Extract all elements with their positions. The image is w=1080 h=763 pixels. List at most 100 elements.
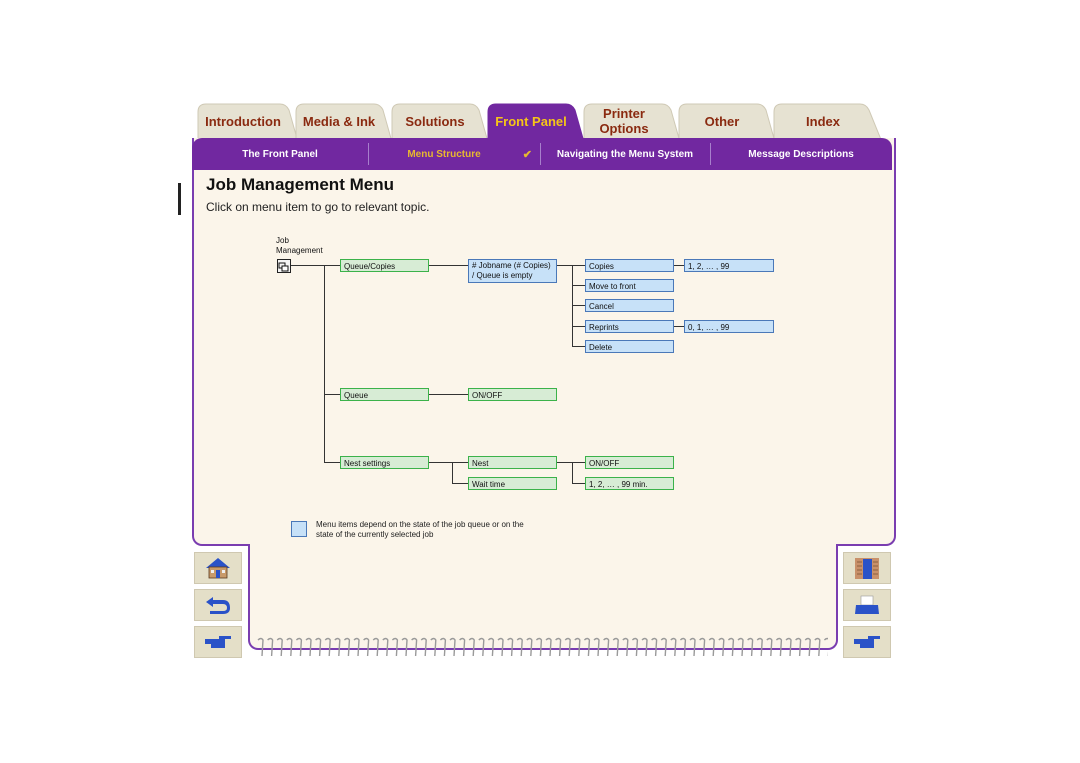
spiral-ring <box>430 637 437 657</box>
tab-introduction[interactable]: Introduction <box>196 102 300 142</box>
menu-item-nest-on-off[interactable]: ON/OFF <box>585 456 674 469</box>
spiral-ring <box>497 637 504 657</box>
spiral-ring <box>699 637 706 657</box>
connector <box>291 265 341 266</box>
spiral-ring <box>449 637 456 657</box>
home-icon <box>206 558 230 579</box>
menu-item-delete[interactable]: Delete <box>585 340 674 353</box>
menu-item-queue-copies[interactable]: Queue/Copies <box>340 259 429 272</box>
tab-media-ink[interactable]: Media & Ink <box>294 102 394 142</box>
spiral-ring <box>305 637 312 657</box>
connector <box>572 285 586 286</box>
next-page-button[interactable] <box>843 626 891 658</box>
spiral-ring <box>727 637 735 657</box>
spiral-ring <box>334 637 341 657</box>
printer-icon <box>855 595 879 614</box>
spiral-ring <box>420 637 427 657</box>
print-button[interactable] <box>843 589 891 621</box>
subnav-the-front-panel[interactable]: The Front Panel <box>192 138 368 170</box>
menu-item-reprints[interactable]: Reprints <box>585 320 674 333</box>
spiral-ring <box>363 637 370 657</box>
spiral-ring <box>603 637 610 657</box>
spiral-ring <box>670 637 677 657</box>
connector <box>572 462 573 483</box>
spiral-ring <box>468 637 475 657</box>
spiral-ring <box>343 637 351 657</box>
spiral-ring <box>814 637 821 657</box>
node-text: / Queue is empty <box>472 271 533 280</box>
spiral-ring <box>660 637 667 657</box>
subnav-message-descriptions[interactable]: Message Descriptions <box>710 138 892 170</box>
spiral-ring <box>631 637 639 657</box>
root-label: Job Management <box>276 236 323 256</box>
spiral-ring <box>267 637 274 657</box>
tab-other[interactable]: Other <box>677 102 777 142</box>
connector <box>572 346 586 347</box>
connector <box>572 483 586 484</box>
menu-item-reprints-values[interactable]: 0, 1, … , 99 <box>684 320 774 333</box>
notebook-bottom <box>248 544 838 650</box>
menu-item-cancel[interactable]: Cancel <box>585 299 674 312</box>
subnav-label: The Front Panel <box>242 148 318 160</box>
menu-item-queue[interactable]: Queue <box>340 388 429 401</box>
spiral-ring <box>804 637 811 657</box>
tab-printer-options[interactable]: Printer Options <box>582 102 682 142</box>
pointing-hand-icon <box>854 636 880 648</box>
queue-icon <box>278 262 289 272</box>
legend-line: Menu items depend on the state of the jo… <box>316 520 524 529</box>
job-management-icon[interactable] <box>277 259 291 273</box>
tab-label: Index <box>806 113 840 129</box>
spiral-ring <box>372 637 379 657</box>
connector <box>324 265 325 463</box>
spiral-ring <box>382 637 389 657</box>
spiral-ring <box>737 637 744 657</box>
spiral-ring <box>439 637 447 657</box>
connector <box>429 265 468 266</box>
spiral-ring <box>795 637 802 657</box>
tab-label: Front Panel <box>495 113 567 129</box>
legend-text: Menu items depend on the state of the jo… <box>316 520 524 540</box>
menu-item-nest[interactable]: Nest <box>468 456 557 469</box>
spiral-ring <box>593 637 600 657</box>
menu-item-copies-values[interactable]: 1, 2, … , 99 <box>684 259 774 272</box>
subnav-label: Message Descriptions <box>748 148 854 160</box>
spiral-ring <box>747 637 754 657</box>
spiral-ring <box>459 637 466 657</box>
next-button[interactable] <box>194 626 242 658</box>
spiral-ring <box>555 637 562 657</box>
menu-item-move-to-front[interactable]: Move to front <box>585 279 674 292</box>
menu-item-wait-time-values[interactable]: 1, 2, … , 99 min. <box>585 477 674 490</box>
spiral-ring <box>574 637 581 657</box>
subnav-label: Navigating the Menu System <box>556 148 694 160</box>
tab-solutions[interactable]: Solutions <box>390 102 490 142</box>
check-icon: ✔ <box>522 148 532 161</box>
menu-item-queue-on-off[interactable]: ON/OFF <box>468 388 557 401</box>
tab-label: Media & Ink <box>302 113 376 129</box>
spiral-ring <box>583 637 591 657</box>
legend-swatch <box>291 521 307 537</box>
spiral-ring <box>411 637 418 657</box>
spiral-ring <box>507 637 514 657</box>
tab-index[interactable]: Index <box>772 102 884 142</box>
spiral-ring <box>622 637 629 657</box>
back-button[interactable] <box>194 589 242 621</box>
exit-button[interactable] <box>843 552 891 584</box>
spiral-ring <box>689 637 696 657</box>
sub-navigation: The Front Panel Menu Structure ✔ Navigat… <box>192 138 892 170</box>
menu-item-nest-settings[interactable]: Nest settings <box>340 456 429 469</box>
spiral-ring <box>679 637 687 657</box>
menu-item-wait-time[interactable]: Wait time <box>468 477 557 490</box>
node-text: # Jobname (# Copies) <box>472 261 551 270</box>
spiral-ring <box>295 637 303 657</box>
connector <box>324 462 341 463</box>
back-arrow-icon <box>206 597 230 614</box>
subnav-menu-structure[interactable]: Menu Structure ✔ <box>368 138 540 170</box>
tab-front-panel[interactable]: Front Panel <box>486 102 586 142</box>
home-button[interactable] <box>194 552 242 584</box>
connector <box>452 462 453 483</box>
subnav-navigating-the-menu-system[interactable]: Navigating the Menu System <box>540 138 710 170</box>
menu-item-jobname[interactable]: # Jobname (# Copies) / Queue is empty <box>468 259 557 283</box>
spiral-ring <box>823 637 828 656</box>
spiral-ring <box>718 637 725 657</box>
menu-item-copies[interactable]: Copies <box>585 259 674 272</box>
